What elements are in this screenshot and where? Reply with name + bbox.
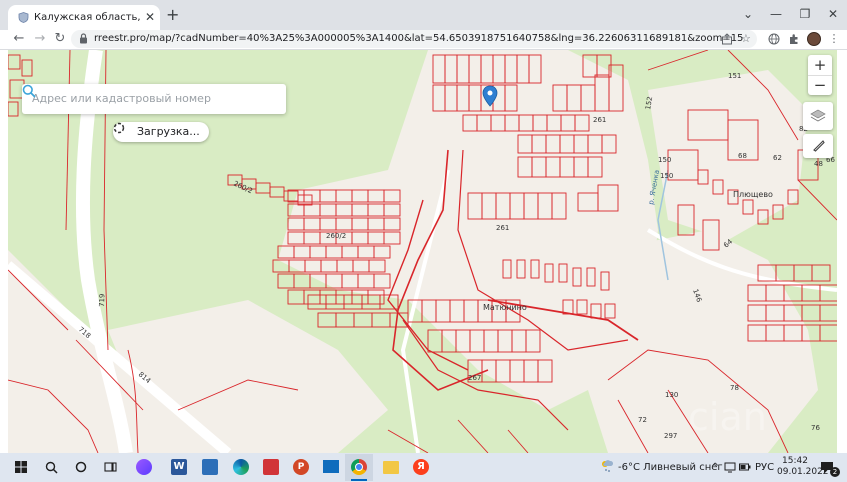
weather-text[interactable]: -6°C Ливневый снег: [618, 461, 723, 474]
new-tab-button[interactable]: +: [166, 6, 179, 24]
loading-indicator: Загрузка...: [113, 122, 209, 142]
layers-icon: [810, 109, 826, 122]
label-297: 297: [664, 432, 677, 440]
tab-close-icon[interactable]: ✕: [145, 9, 155, 25]
edge-icon[interactable]: [233, 459, 249, 475]
loading-label: Загрузка...: [137, 125, 200, 138]
address-bar[interactable]: rreestr.pro/map/?cadNumber=40%3A25%3A000…: [71, 30, 757, 48]
word-icon[interactable]: W: [171, 459, 187, 475]
label-719: 719: [98, 293, 106, 307]
mail-icon[interactable]: [323, 460, 339, 473]
tab-search-icon[interactable]: ⌄: [738, 6, 758, 22]
search-box: [22, 84, 286, 114]
cortana-icon[interactable]: [75, 461, 87, 473]
clock[interactable]: 15:42 09.01.2022: [777, 456, 829, 478]
zoom-in-button[interactable]: +: [808, 55, 832, 76]
label-130: 130: [665, 391, 678, 399]
store-icon[interactable]: [202, 459, 218, 475]
label-150-a: 150: [658, 156, 671, 164]
task-view-icon[interactable]: [104, 461, 117, 473]
label-261-south: 261: [496, 224, 509, 232]
battery-icon[interactable]: [739, 462, 751, 472]
share-icon[interactable]: [721, 33, 733, 45]
label-68: 68: [738, 152, 747, 160]
clock-time: 15:42: [782, 456, 808, 466]
bookmark-star-icon[interactable]: ☆: [741, 32, 751, 46]
label-150-b: 150: [660, 172, 673, 180]
cadastral-search-input[interactable]: [32, 92, 252, 105]
yandex-browser-icon[interactable]: Я: [413, 459, 429, 475]
tray-overflow-icon[interactable]: ^: [711, 461, 719, 474]
taskbar: W P Я -6°C Ливневый снег ^ РУС 15:42 09.…: [0, 453, 847, 482]
label-72: 72: [638, 416, 647, 424]
powerpoint-icon[interactable]: P: [293, 459, 309, 475]
url-text[interactable]: rreestr.pro/map/?cadNumber=40%3A25%3A000…: [94, 32, 743, 46]
language-indicator[interactable]: РУС: [755, 461, 774, 474]
label-260-2-b: 260/2: [326, 232, 346, 240]
lock-icon[interactable]: [79, 33, 88, 44]
restore-button[interactable]: ❐: [795, 6, 815, 22]
gift-app-icon[interactable]: [263, 459, 279, 475]
globe-icon[interactable]: [768, 33, 780, 45]
file-explorer-icon[interactable]: [383, 461, 399, 474]
tab-active[interactable]: Калужская область, г. Калуга, д. ✕: [8, 5, 160, 30]
browser-toolbar: ← → ↻ rreestr.pro/map/?cadNumber=40%3A25…: [0, 30, 847, 50]
forward-button[interactable]: →: [32, 30, 48, 48]
alice-icon[interactable]: [136, 459, 152, 475]
label-78: 78: [730, 384, 739, 392]
close-window-button[interactable]: ✕: [823, 6, 843, 22]
tab-strip: Калужская область, г. Калуга, д. ✕ + ⌄ —…: [0, 0, 847, 30]
watermark: cian: [688, 395, 767, 439]
reload-button[interactable]: ↻: [52, 30, 68, 48]
label-76: 76: [811, 424, 820, 432]
label-village-matyunino: Матюнино: [483, 303, 527, 312]
chrome-icon: [351, 459, 367, 475]
zoom-control: + −: [808, 55, 832, 95]
profile-avatar[interactable]: [807, 32, 821, 46]
label-48: 48: [814, 160, 823, 168]
network-icon[interactable]: [724, 461, 736, 473]
weather-snow-icon[interactable]: [600, 459, 614, 473]
ruler-icon: [813, 140, 825, 152]
label-62: 62: [773, 154, 782, 162]
menu-icon[interactable]: ⋮: [827, 31, 841, 47]
label-village-plyushchevo: Плющево: [733, 190, 773, 199]
label-260-2-a: 260/2: [232, 180, 254, 196]
spinner-icon: [113, 122, 125, 134]
measure-button[interactable]: [803, 134, 833, 158]
label-267: 267: [468, 374, 481, 382]
search-icon[interactable]: [22, 84, 36, 98]
layers-button[interactable]: [803, 102, 833, 130]
cadastral-map[interactable]: 151 261 82 150 150 68 62 48 66 152 р. Яч…: [8, 50, 837, 453]
shield-icon: [18, 12, 29, 23]
label-261-north: 261: [593, 116, 606, 124]
taskbar-search-icon[interactable]: [45, 461, 58, 474]
clock-date: 09.01.2022: [777, 467, 829, 477]
back-button[interactable]: ←: [11, 30, 27, 48]
chrome-taskbar-button[interactable]: [345, 454, 373, 481]
notification-count-badge: 2: [830, 467, 840, 477]
minimize-button[interactable]: —: [766, 6, 786, 22]
tab-title: Калужская область, г. Калуга, д.: [34, 12, 142, 23]
extensions-icon[interactable]: [788, 33, 800, 45]
label-151: 151: [728, 72, 741, 80]
windows-start-icon[interactable]: [15, 461, 27, 473]
zoom-out-button[interactable]: −: [808, 75, 832, 95]
